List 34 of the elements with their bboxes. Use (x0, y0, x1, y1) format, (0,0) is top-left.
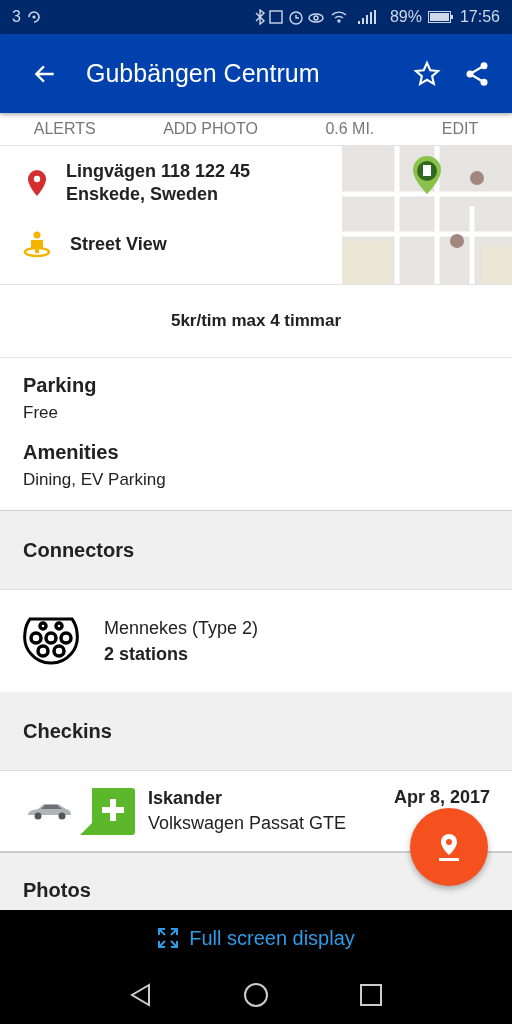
battery-percent: 89% (389, 8, 422, 26)
address-text: Lingvägen 118 122 45 Enskede, Sweden (66, 160, 251, 206)
checkin-user: Iskander (148, 788, 224, 809)
map-pin-icon[interactable] (436, 832, 462, 862)
car-icon (26, 801, 72, 821)
app-bar-title: Gubbängen Centrum (86, 59, 321, 88)
action-link[interactable]: EDIT (435, 118, 485, 140)
square-recents-icon[interactable] (359, 983, 383, 1007)
station-count: 2 stations (104, 643, 190, 665)
detail-value: Free (23, 403, 58, 423)
section-header: Photos (22, 878, 92, 903)
action-link[interactable]: 0.6 MI. (319, 118, 381, 140)
map-pin-icon (26, 169, 48, 197)
battery-icon (427, 11, 454, 23)
street-view-link[interactable]: Street View (22, 230, 342, 258)
full-screen-button[interactable]: Full screen display (157, 926, 355, 950)
clock: 17:56 (459, 8, 500, 26)
detail-value: Dining, EV Parking (23, 470, 166, 490)
checkin-date: Apr 8, 2017 (393, 787, 490, 808)
carrier-label: 3 (12, 8, 21, 26)
action-link[interactable]: ADD PHOTO (157, 118, 264, 140)
expand-icon[interactable] (157, 927, 180, 949)
action-link[interactable]: ALERTS (27, 118, 102, 140)
checkin-vehicle: Volkswagen Passat GTE (148, 813, 348, 834)
detail-label: Amenities (23, 441, 119, 464)
checkin-plus-icon (78, 786, 136, 836)
pricing-text: 5kr/tim max 4 timmar (0, 285, 512, 358)
connector-socket-icon (22, 616, 80, 666)
connector-name: Mennekes (Type 2) (104, 617, 259, 639)
detail-label: Parking (23, 374, 97, 397)
circle-home-icon[interactable] (243, 982, 269, 1008)
check-in-button[interactable] (410, 808, 488, 886)
hotspot-icon (26, 10, 41, 24)
triangle-back-icon[interactable] (129, 983, 153, 1007)
